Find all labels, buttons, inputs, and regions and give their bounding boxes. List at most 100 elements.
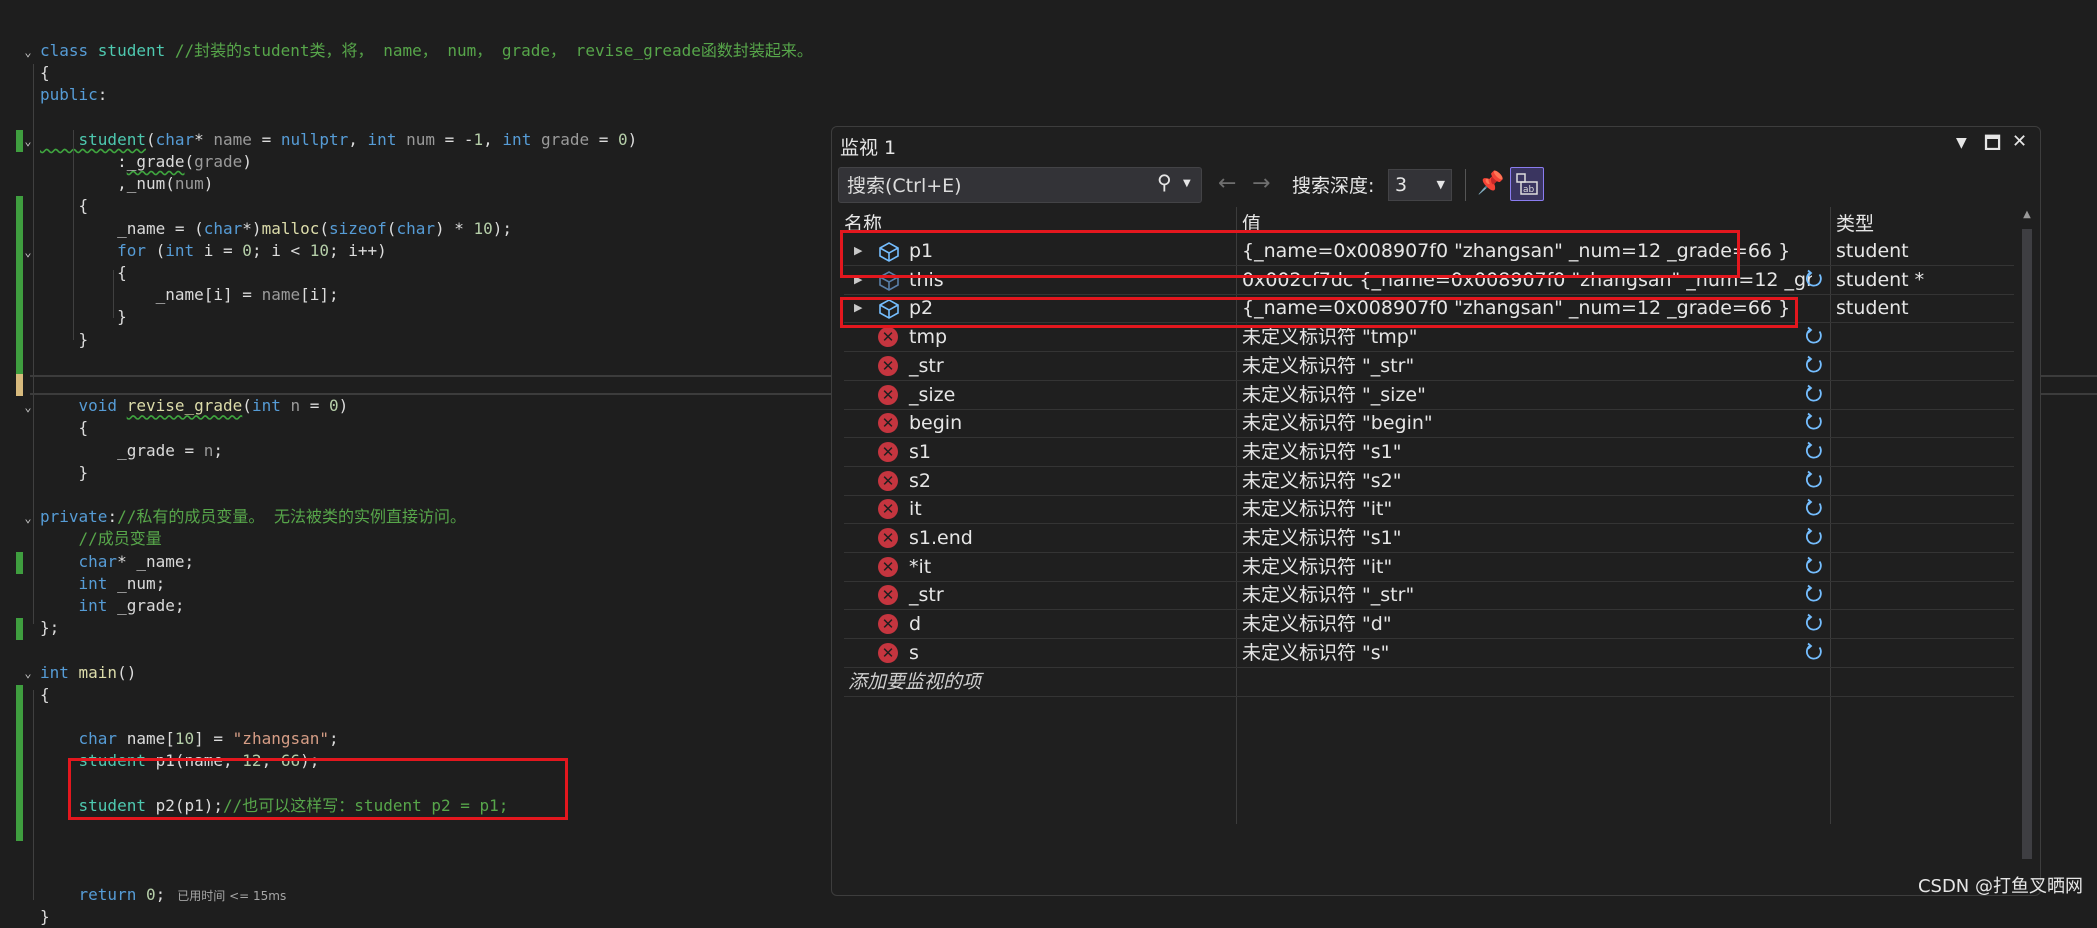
watch-type-cell[interactable] [1836,409,2014,437]
search-input[interactable] [845,168,1149,204]
forward-arrow-icon[interactable]: → [1252,169,1270,199]
watch-search-box[interactable]: ⚲ ▼ [838,167,1202,204]
view-as-text-toggle[interactable]: ab [1510,167,1544,201]
watch-name-cell[interactable]: ✕ _size [844,381,1232,409]
window-dropdown-icon[interactable]: ▼ [1956,135,1967,151]
watch-name-cell[interactable]: ✕ s1.end [844,524,1232,552]
watch-value-cell[interactable]: 未定义标识符 "begin" [1242,409,1812,437]
code-line[interactable]: int main() [40,662,136,684]
watch-row[interactable]: ✕ begin 未定义标识符 "begin" [844,409,2014,439]
watch-row[interactable]: ✕ _size 未定义标识符 "_size" [844,381,2014,410]
refresh-icon[interactable] [1804,441,1824,461]
watch-name-cell[interactable]: ✕ it [844,495,1232,523]
fold-collapse-icon[interactable]: ⌄ [22,512,34,524]
refresh-icon[interactable] [1804,326,1824,346]
code-line[interactable]: class student //封装的student类，将， name， num… [40,40,813,62]
code-line[interactable]: _grade = n; [40,440,223,462]
fold-collapse-icon[interactable]: ⌄ [22,135,34,147]
code-line[interactable]: { [40,195,89,217]
watch-value-cell[interactable]: 未定义标识符 "_str" [1242,581,1812,609]
watch-type-cell[interactable]: student [1836,237,2014,265]
fold-collapse-icon[interactable]: ⌄ [22,46,34,58]
watch-type-cell[interactable] [1836,323,2014,351]
code-line[interactable]: private://私有的成员变量。 无法被类的实例直接访问。 [40,506,466,528]
watch-row[interactable]: ✕ s1 未定义标识符 "s1" [844,438,2014,467]
watch-row[interactable]: ✕ s2 未定义标识符 "s2" [844,467,2014,496]
code-line[interactable]: char name[10] = "zhangsan"; [40,728,339,750]
watch-type-cell[interactable]: student * [1836,266,2014,294]
code-line[interactable]: { [40,62,50,84]
code-line[interactable]: _name[i] = name[i]; [40,284,339,306]
watch-type-cell[interactable]: student [1836,294,2014,322]
close-icon[interactable]: ✕ [2012,131,2027,152]
watch-row[interactable]: ✕ *it 未定义标识符 "it" [844,553,2014,582]
watch-value-cell[interactable]: 未定义标识符 "_size" [1242,381,1812,409]
fold-collapse-icon[interactable]: ⌄ [22,401,34,413]
watch-type-cell[interactable] [1836,553,2014,581]
scroll-up-icon[interactable]: ▲ [2020,209,2034,220]
maximize-icon[interactable]: 🗖 [1984,131,2001,161]
code-line[interactable]: } [40,329,89,351]
watch-type-cell[interactable] [1836,610,2014,638]
refresh-icon[interactable] [1804,384,1824,404]
refresh-icon[interactable] [1804,642,1824,662]
watch-row[interactable]: ✕ _str 未定义标识符 "_str" [844,352,2014,381]
code-line[interactable]: student(char* name = nullptr, int num = … [40,129,638,151]
column-header-type[interactable]: 类型 [1836,209,1874,239]
code-line[interactable]: }; [40,617,59,639]
watch-type-cell[interactable] [1836,438,2014,466]
watch-row[interactable]: ✕ it 未定义标识符 "it" [844,495,2014,525]
watch-value-cell[interactable]: 未定义标识符 "it" [1242,495,1812,523]
refresh-icon[interactable] [1804,584,1824,604]
watch-value-cell[interactable]: 未定义标识符 "d" [1242,610,1812,638]
watch-value-cell[interactable]: 未定义标识符 "s" [1242,639,1812,667]
refresh-icon[interactable] [1804,355,1824,375]
refresh-icon[interactable] [1804,412,1824,432]
refresh-icon[interactable] [1804,269,1824,289]
refresh-icon[interactable] [1804,613,1824,633]
watch-value-cell[interactable]: 未定义标识符 "it" [1242,553,1812,581]
pin-icon[interactable]: 📌 [1477,169,1504,199]
refresh-icon[interactable] [1804,470,1824,490]
watch-name-cell[interactable]: ✕ begin [844,409,1232,437]
watch-value-cell[interactable]: 未定义标识符 "s1" [1242,524,1812,552]
watch-name-cell[interactable]: ✕ s [844,639,1232,667]
code-line[interactable]: public: [40,84,107,106]
watch-type-cell[interactable] [1836,581,2014,609]
watch-type-cell[interactable] [1836,495,2014,523]
search-icon[interactable]: ⚲ [1157,170,1172,194]
watch-name-cell[interactable]: ✕ _str [844,352,1232,380]
watch-value-cell[interactable]: 未定义标识符 "_str" [1242,352,1812,380]
watch-name-cell[interactable]: ✕ _str [844,581,1232,609]
fold-collapse-icon[interactable]: ⌄ [22,246,34,258]
code-line[interactable]: int _grade; [40,595,185,617]
code-line[interactable]: :_grade(grade) [40,151,252,173]
code-line[interactable]: char* _name; [40,551,195,573]
watch-name-cell[interactable]: ✕ s1 [844,438,1232,466]
watch-type-cell[interactable] [1836,381,2014,409]
code-line[interactable]: //成员变量 [40,528,162,550]
code-line[interactable]: } [40,462,89,484]
vertical-scrollbar[interactable]: ▲ [2020,209,2034,879]
code-line[interactable]: _name = (char*)malloc(sizeof(char) * 10)… [40,218,512,240]
scrollbar-thumb[interactable] [2022,229,2032,859]
watch-name-cell[interactable]: ✕ s2 [844,467,1232,495]
refresh-icon[interactable] [1804,556,1824,576]
code-line[interactable]: ,_num(num) [40,173,213,195]
refresh-icon[interactable] [1804,498,1824,518]
watch-name-cell[interactable]: ✕ *it [844,553,1232,581]
fold-collapse-icon[interactable]: ⌄ [22,667,34,679]
add-watch-item-row[interactable]: 添加要监视的项 [844,668,2014,697]
refresh-icon[interactable] [1804,527,1824,547]
watch-window[interactable]: 监视 1 ▼ 🗖 ✕ ⚲ ▼ ← → 搜索深度: 3 ▼ 📌 ab 名称 值 类… [831,126,2041,896]
watch-type-cell[interactable] [1836,639,2014,667]
watch-row[interactable]: ✕ d 未定义标识符 "d" [844,610,2014,640]
watch-row[interactable]: ✕ s 未定义标识符 "s" [844,639,2014,668]
code-line[interactable]: int _num; [40,573,166,595]
watch-row[interactable]: ✕ _str 未定义标识符 "_str" [844,581,2014,611]
code-line[interactable]: for (int i = 0; i < 10; i++) [40,240,387,262]
watch-type-cell[interactable] [1836,524,2014,552]
code-line[interactable]: return 0; 已用时间 <= 15ms [40,884,287,906]
watch-type-cell[interactable] [1836,352,2014,380]
search-dropdown-icon[interactable]: ▼ [1183,178,1191,189]
